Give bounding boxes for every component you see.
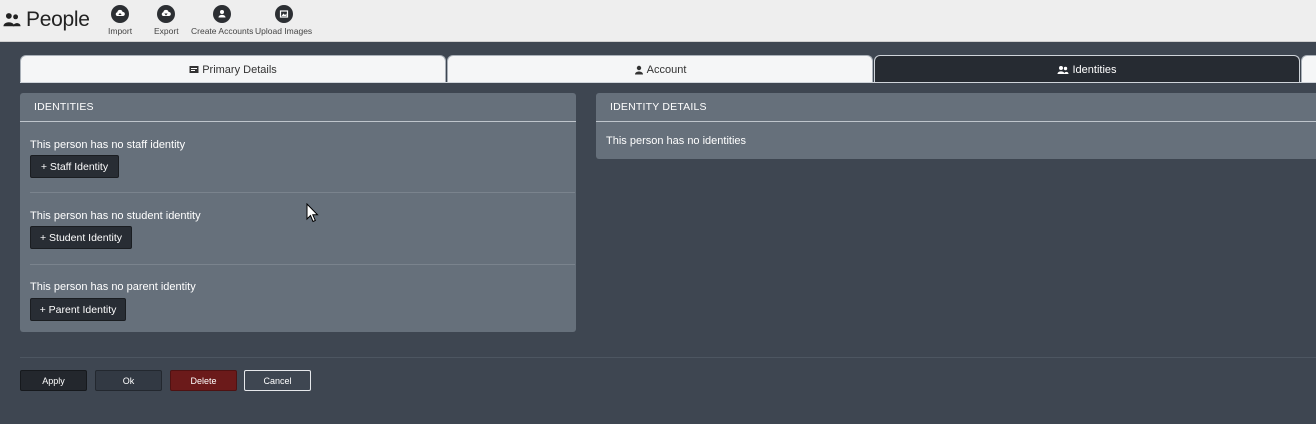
import-label: Import bbox=[108, 26, 133, 36]
page-title: People bbox=[3, 8, 90, 32]
parent-identity-section: This person has no parent identity bbox=[30, 277, 575, 295]
user-add-icon bbox=[218, 10, 226, 18]
identities-panel: IDENTITIES This person has no staff iden… bbox=[20, 93, 576, 332]
cancel-button[interactable]: Cancel bbox=[244, 370, 311, 391]
export-label: Export bbox=[154, 26, 179, 36]
parent-identity-status: This person has no parent identity bbox=[30, 281, 196, 293]
export-button[interactable]: Export bbox=[154, 5, 179, 36]
user-icon bbox=[634, 65, 643, 74]
tab-account-label: Account bbox=[646, 63, 687, 76]
tab-primary-details-label: Primary Details bbox=[202, 63, 277, 76]
add-parent-identity-button[interactable]: + Parent Identity bbox=[30, 298, 126, 321]
add-staff-identity-button[interactable]: + Staff Identity bbox=[30, 155, 119, 178]
section-divider bbox=[30, 264, 575, 265]
tab-identities-label: Identities bbox=[1072, 63, 1117, 76]
tab-more[interactable] bbox=[1301, 55, 1316, 83]
staff-identity-status: This person has no staff identity bbox=[30, 139, 186, 151]
identities-panel-title: IDENTITIES bbox=[20, 93, 576, 122]
student-identity-section: This person has no student identity bbox=[30, 206, 575, 224]
identity-details-panel: IDENTITY DETAILS This person has no iden… bbox=[596, 93, 1316, 159]
student-identity-status: This person has no student identity bbox=[30, 210, 201, 222]
tab-identities[interactable]: Identities bbox=[874, 55, 1300, 83]
upload-images-button[interactable]: Upload Images bbox=[255, 5, 312, 36]
footer-divider bbox=[20, 357, 1316, 358]
tab-primary-details[interactable]: Primary Details bbox=[20, 55, 446, 83]
mouse-pointer-icon bbox=[306, 203, 319, 223]
users-icon bbox=[1057, 65, 1069, 74]
people-icon bbox=[3, 13, 21, 27]
id-card-icon bbox=[189, 66, 199, 73]
import-button[interactable]: Import bbox=[108, 5, 132, 36]
create-accounts-label: Create Accounts bbox=[191, 26, 254, 36]
page-title-text: People bbox=[26, 8, 90, 31]
image-icon bbox=[279, 10, 288, 18]
cloud-upload-icon bbox=[115, 9, 125, 16]
section-divider bbox=[30, 192, 575, 193]
add-student-identity-button[interactable]: + Student Identity bbox=[30, 226, 132, 249]
delete-button[interactable]: Delete bbox=[170, 370, 237, 391]
tab-underline bbox=[20, 82, 1316, 83]
create-accounts-button[interactable]: Create Accounts bbox=[191, 5, 253, 36]
identity-details-title: IDENTITY DETAILS bbox=[596, 93, 1316, 122]
identity-details-empty-text: This person has no identities bbox=[606, 135, 747, 147]
ok-button[interactable]: Ok bbox=[95, 370, 162, 391]
cloud-download-icon bbox=[162, 9, 172, 16]
tab-account[interactable]: Account bbox=[447, 55, 873, 83]
upload-images-label: Upload Images bbox=[255, 26, 313, 36]
top-toolbar: People Import Export Create Accounts Upl… bbox=[0, 0, 1316, 42]
apply-button[interactable]: Apply bbox=[20, 370, 87, 391]
staff-identity-section: This person has no staff identity bbox=[30, 135, 575, 153]
tab-bar: Primary Details Account Identities bbox=[20, 55, 1316, 83]
